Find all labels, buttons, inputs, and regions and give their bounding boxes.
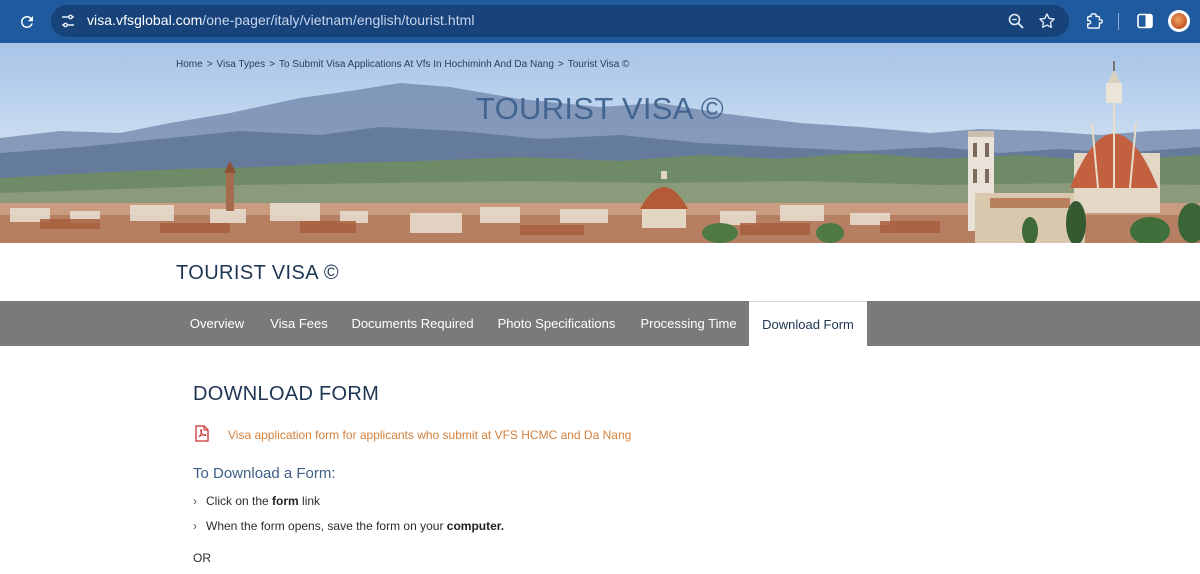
instruction-step: › When the form opens, save the form on y… (193, 519, 504, 533)
url-path: /one-pager/italy/vietnam/english/tourist… (202, 12, 475, 28)
zoom-icon[interactable] (1007, 12, 1025, 30)
url-domain: visa.vfsglobal.com (87, 12, 203, 28)
tab-content: DOWNLOAD FORM Visa application form for … (0, 346, 1200, 574)
download-instructions-heading: To Download a Form: (193, 465, 336, 482)
breadcrumb-separator: > (206, 59, 213, 70)
extensions-icon[interactable] (1084, 11, 1104, 31)
breadcrumb-current: Tourist Visa © (567, 59, 630, 70)
tab-bar: Overview Visa Fees Documents Required Ph… (0, 301, 1200, 346)
visa-application-form-link[interactable]: Visa application form for applicants who… (228, 428, 631, 442)
step-text: When the form opens, save the form on yo… (206, 519, 447, 533)
reload-icon[interactable] (16, 11, 38, 33)
breadcrumb-separator: > (269, 59, 275, 70)
page-title-band: TOURIST VISA © (0, 243, 1200, 301)
toolbar-divider (1118, 13, 1119, 30)
tab-overview[interactable]: Overview (176, 301, 258, 346)
site-settings-icon[interactable] (60, 13, 76, 29)
step-bold-text: computer. (446, 519, 505, 533)
bookmark-star-icon[interactable] (1037, 11, 1057, 31)
breadcrumb-separator: > (557, 59, 564, 70)
florence-panorama-image (0, 61, 1200, 243)
breadcrumb-submit-visa-applications[interactable]: To Submit Visa Applications At Vfs In Ho… (279, 59, 554, 70)
section-heading: DOWNLOAD FORM (193, 383, 380, 405)
tab-visa-fees[interactable]: Visa Fees (258, 301, 340, 346)
step-bold-text: form (272, 494, 299, 508)
tab-photo-specifications[interactable]: Photo Specifications (485, 301, 628, 346)
url-text[interactable]: visa.vfsglobal.com/one-pager/italy/vietn… (87, 12, 475, 28)
step-text: Click on the (206, 494, 273, 508)
tab-download-form[interactable]: Download Form (749, 301, 867, 346)
address-bar[interactable]: visa.vfsglobal.com/one-pager/italy/vietn… (51, 5, 1069, 37)
chevron-right-icon: › (193, 494, 197, 508)
hero-banner: Home > Visa Types > To Submit Visa Applicati… (0, 43, 1200, 243)
side-panel-icon[interactable] (1136, 12, 1154, 30)
breadcrumb-home[interactable]: Home (176, 59, 203, 70)
breadcrumb-visa-types[interactable]: Visa Types (217, 59, 266, 70)
or-separator-text: OR (193, 551, 211, 565)
avatar-image (1171, 13, 1187, 29)
instruction-step: › Click on the form link (193, 494, 320, 508)
pdf-icon[interactable] (195, 425, 209, 442)
chevron-right-icon: › (193, 519, 197, 533)
browser-toolbar: visa.vfsglobal.com/one-pager/italy/vietn… (0, 0, 1200, 43)
page-title: TOURIST VISA © (176, 262, 339, 284)
hero-title: TOURIST VISA © (475, 91, 725, 126)
step-text: link (298, 494, 321, 508)
tab-processing-time[interactable]: Processing Time (628, 301, 749, 346)
profile-avatar[interactable] (1168, 10, 1190, 32)
tab-documents-required[interactable]: Documents Required (340, 301, 485, 346)
breadcrumb: Home > Visa Types > To Submit Visa Applicati… (176, 59, 629, 70)
